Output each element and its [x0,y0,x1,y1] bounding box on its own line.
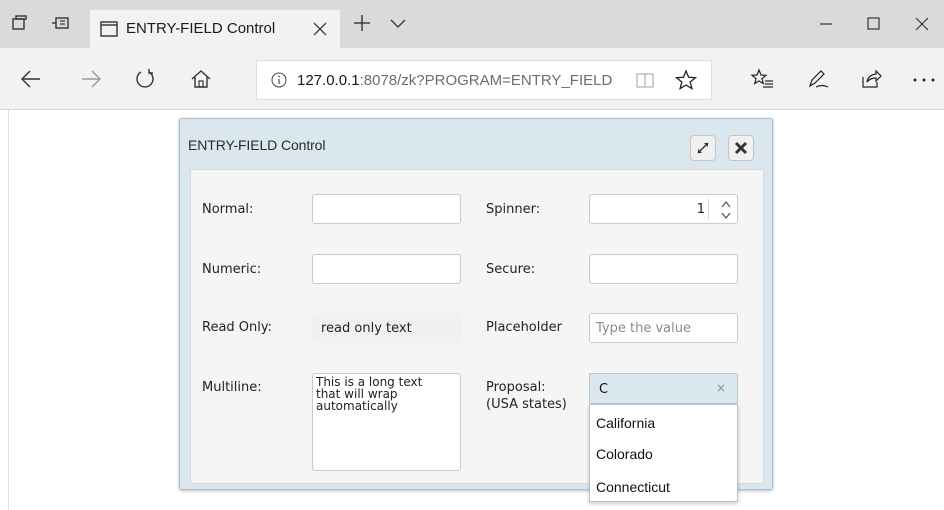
dropdown-option[interactable]: California [596,415,655,431]
normal-input[interactable] [312,194,461,224]
label-spinner: Spinner: [486,202,541,217]
more-icon[interactable] [912,68,936,95]
close-window-icon[interactable] [914,14,930,39]
clear-icon[interactable]: × [716,381,726,395]
label-read-only: Read Only: [202,320,273,335]
back-icon[interactable] [20,68,42,95]
multiline-textarea[interactable]: This is a long text that will wrap autom… [312,373,461,471]
label-multiline: Multiline: [202,380,262,395]
info-icon[interactable] [271,72,287,93]
url-text: 127.0.0.1:8078/zk?PROGRAM=ENTRY_FIELD [297,72,612,89]
url-path: :8078/zk?PROGRAM=ENTRY_FIELD [359,72,613,89]
browser-toolbar: 127.0.0.1:8078/zk?PROGRAM=ENTRY_FIELD [0,48,944,110]
web-note-icon[interactable] [806,68,830,95]
label-proposal: Proposal: [486,380,546,395]
close-dialog-button[interactable] [728,135,754,161]
url-host: 127.0.0.1 [297,72,360,89]
spinner-arrows-icon[interactable] [720,199,732,225]
spinner-value: 1 [696,202,705,217]
maximize-dialog-button[interactable] [690,135,716,161]
read-only-field: read only text [312,313,461,343]
label-numeric: Numeric: [202,262,262,277]
active-tab[interactable]: ENTRY-FIELD Control [90,10,340,48]
dropdown-option[interactable]: Connecticut [596,479,670,495]
home-icon[interactable] [190,68,212,95]
address-bar[interactable]: 127.0.0.1:8078/zk?PROGRAM=ENTRY_FIELD [256,60,712,100]
proposal-input[interactable]: C × [589,373,738,404]
new-tab-icon[interactable] [352,13,372,38]
secure-input[interactable] [589,254,738,284]
favorite-star-icon[interactable] [674,69,698,96]
reading-view-icon[interactable] [635,71,655,94]
label-secure: Secure: [486,262,536,277]
maximize-icon[interactable] [866,14,882,39]
tab-title: ENTRY-FIELD Control [126,20,276,37]
share-icon[interactable] [860,68,882,95]
label-proposal-hint: (USA states) [486,397,567,412]
page-icon [100,21,118,42]
label-placeholder: Placeholder [486,320,562,335]
minimize-icon[interactable] [818,14,834,39]
browser-tab-bar: ENTRY-FIELD Control [0,0,944,48]
refresh-icon[interactable] [134,68,156,95]
spinner-divider [708,199,709,220]
dropdown-option[interactable]: Colorado [596,446,653,462]
label-normal: Normal: [202,202,254,217]
numeric-input[interactable] [312,254,461,284]
dialog-title: ENTRY-FIELD Control [188,137,326,153]
placeholder-input[interactable]: Type the value [589,313,738,343]
favorites-hub-icon[interactable] [750,68,774,95]
forward-icon[interactable] [80,68,102,95]
tab-list-chevron-icon[interactable] [390,16,406,34]
page-divider [8,110,9,510]
proposal-value: C [599,382,609,397]
proposal-dropdown: California Colorado Connecticut [589,404,738,502]
spinner-input[interactable]: 1 [589,194,738,224]
close-tab-icon[interactable] [312,21,328,42]
set-tabs-aside-icon[interactable] [10,14,30,34]
show-tabs-icon[interactable] [52,14,72,34]
